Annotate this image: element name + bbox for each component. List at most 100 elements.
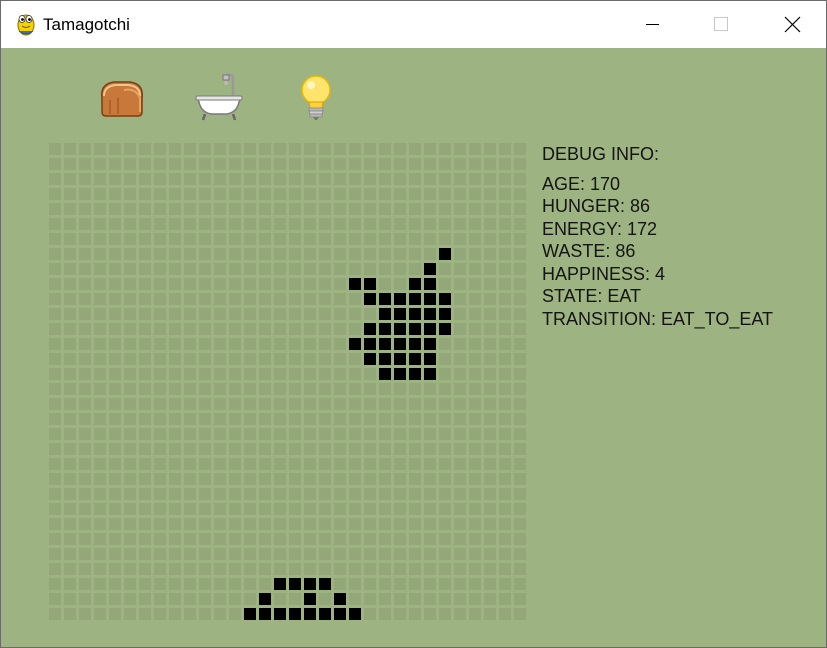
lcd-pixel [199,488,211,500]
lcd-pixel [64,353,76,365]
lcd-pixel [394,518,406,530]
lcd-pixel [514,473,526,485]
lcd-pixel [124,158,136,170]
apple-sprite-pixel [424,293,436,305]
lcd-pixel [94,188,106,200]
lcd-pixel [394,473,406,485]
lcd-pixel [79,308,91,320]
lcd-pixel [484,563,496,575]
lcd-pixel [169,173,181,185]
lcd-pixel [289,233,301,245]
minimize-button[interactable] [629,1,675,47]
apple-sprite-pixel [439,248,451,260]
lcd-pixel [499,563,511,575]
lcd-pixel [124,443,136,455]
apple-sprite-pixel [439,293,451,305]
lcd-pixel [214,428,226,440]
lcd-pixel [139,518,151,530]
lcd-pixel [124,218,136,230]
lcd-pixel [484,338,496,350]
lcd-pixel [79,203,91,215]
lcd-pixel [199,353,211,365]
apple-sprite-pixel [409,353,421,365]
lcd-pixel [94,368,106,380]
lcd-pixel [199,143,211,155]
lcd-pixel [64,518,76,530]
lcd-pixel [499,593,511,605]
app-window: Tamagotchi DEBUG INFO: AGE: 170 HUNGER: … [0,0,827,648]
lcd-pixel [124,563,136,575]
lcd-pixel [499,608,511,620]
lcd-pixel [244,218,256,230]
apple-sprite-pixel [379,353,391,365]
lcd-pixel [289,323,301,335]
lcd-pixel [514,428,526,440]
lcd-pixel [319,233,331,245]
lcd-pixel [319,368,331,380]
lcd-pixel [484,323,496,335]
lcd-pixel [139,473,151,485]
lcd-pixel [124,353,136,365]
lcd-pixel [514,263,526,275]
lcd-pixel [169,158,181,170]
pet-sprite-pixel [304,593,316,605]
lcd-pixel [334,473,346,485]
lcd-pixel [169,248,181,260]
lcd-pixel [469,443,481,455]
feed-button[interactable] [96,72,148,124]
lcd-pixel [424,503,436,515]
lcd-pixel [109,608,121,620]
lcd-pixel [349,188,361,200]
lcd-pixel [49,593,61,605]
lcd-pixel [334,323,346,335]
lcd-pixel [259,563,271,575]
lcd-pixel [454,428,466,440]
lcd-pixel [349,593,361,605]
lcd-pixel [199,158,211,170]
lcd-pixel [94,608,106,620]
lcd-pixel [79,353,91,365]
lcd-pixel [469,368,481,380]
lcd-pixel [274,473,286,485]
lcd-pixel [304,338,316,350]
lcd-pixel [94,518,106,530]
lcd-pixel [349,398,361,410]
clean-button[interactable] [193,72,245,124]
lcd-pixel [229,278,241,290]
lcd-pixel [469,518,481,530]
title-bar[interactable]: Tamagotchi [1,1,826,47]
lcd-pixel [379,518,391,530]
lcd-pixel [229,218,241,230]
light-button[interactable] [290,72,342,124]
lcd-pixel [109,443,121,455]
lcd-pixel [469,218,481,230]
lcd-pixel [349,533,361,545]
lcd-pixel [94,353,106,365]
lcd-pixel [424,233,436,245]
lcd-pixel [334,533,346,545]
lcd-pixel [79,158,91,170]
lcd-pixel [409,518,421,530]
lcd-pixel [124,548,136,560]
maximize-button[interactable] [698,1,744,47]
lcd-pixel [79,563,91,575]
lcd-pixel [199,533,211,545]
lcd-pixel [229,173,241,185]
lcd-pixel [379,533,391,545]
lcd-pixel [304,263,316,275]
lcd-pixel [409,158,421,170]
lcd-pixel [319,518,331,530]
debug-energy: ENERGY: 172 [542,218,658,239]
close-button[interactable] [768,1,814,47]
lcd-pixel [109,323,121,335]
lcd-pixel [229,308,241,320]
lcd-pixel [169,488,181,500]
lcd-pixel [454,173,466,185]
lcd-pixel [304,383,316,395]
lcd-pixel [379,413,391,425]
apple-sprite-pixel [409,308,421,320]
lcd-pixel [49,383,61,395]
pet-sprite-pixel [319,578,331,590]
lcd-pixel [319,173,331,185]
lcd-pixel [454,383,466,395]
